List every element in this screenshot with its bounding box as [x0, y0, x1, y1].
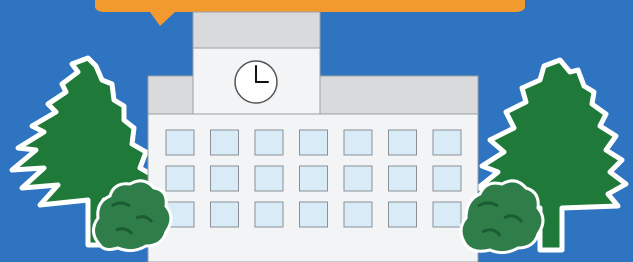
window — [165, 129, 195, 156]
window — [388, 129, 417, 156]
school-illustration — [0, 0, 633, 262]
window — [388, 165, 417, 192]
clock-icon — [234, 60, 278, 104]
window — [432, 129, 462, 156]
window — [299, 201, 328, 228]
clock-tower-roof — [192, 11, 321, 49]
window-grid — [165, 129, 462, 228]
window — [432, 165, 462, 192]
window — [343, 165, 373, 192]
window — [299, 165, 328, 192]
window — [254, 165, 284, 192]
window — [254, 129, 284, 156]
window — [388, 201, 417, 228]
building-roof-right — [319, 75, 479, 115]
window — [210, 129, 239, 156]
window — [299, 129, 328, 156]
window — [254, 201, 284, 228]
window — [432, 201, 462, 228]
window — [210, 201, 239, 228]
window — [165, 165, 195, 192]
building-roof-left — [147, 75, 194, 115]
window — [343, 129, 373, 156]
window — [343, 201, 373, 228]
window — [210, 165, 239, 192]
